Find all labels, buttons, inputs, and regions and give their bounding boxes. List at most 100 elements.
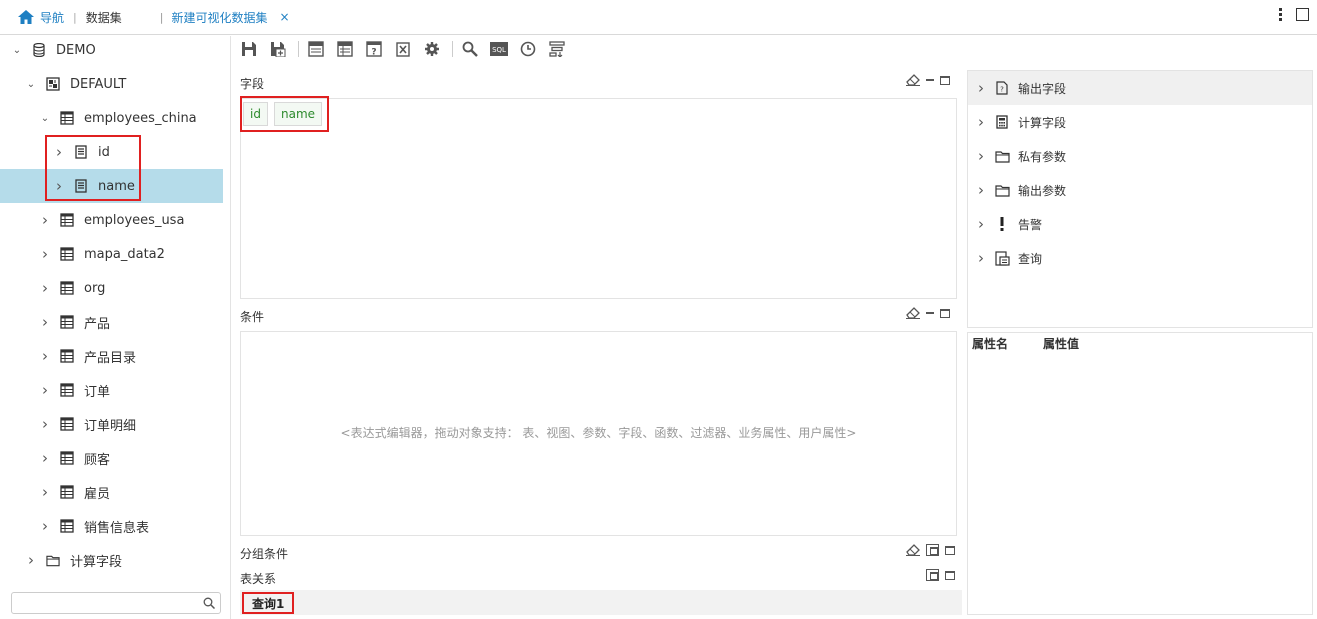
- tree-item[interactable]: › 产品目录: [0, 339, 223, 373]
- tree-item[interactable]: › 订单明细: [0, 407, 223, 441]
- chevron-right-icon[interactable]: ›: [978, 249, 988, 267]
- chevron-right-icon[interactable]: ›: [38, 381, 52, 399]
- chevron-down-icon[interactable]: ⌄: [38, 113, 52, 124]
- save-icon[interactable]: [240, 40, 258, 58]
- output-tree-item[interactable]: › 告警: [978, 207, 1042, 241]
- tree-search-box[interactable]: [11, 592, 221, 614]
- highlight-box-fields: [240, 96, 329, 132]
- property-value-header: 属性值: [1043, 337, 1080, 351]
- top-bar: 导航 | 数据集 | 新建可视化数据集 ×: [0, 0, 1317, 35]
- tree-item[interactable]: ⌄ employees_china: [0, 101, 223, 135]
- chevron-right-icon[interactable]: ›: [978, 215, 988, 233]
- search-icon[interactable]: [203, 597, 215, 609]
- svg-text:SQL: SQL: [492, 46, 506, 54]
- restore-icon[interactable]: [926, 569, 939, 581]
- toolbar-divider: [298, 41, 299, 57]
- tree-item[interactable]: ⌄ DEMO: [0, 33, 223, 67]
- chevron-right-icon[interactable]: ›: [978, 181, 988, 199]
- maximize-icon[interactable]: [940, 75, 950, 85]
- fields-drop-area[interactable]: id name: [240, 98, 957, 299]
- chevron-down-icon[interactable]: ⌄: [24, 79, 38, 90]
- expression-editor[interactable]: <表达式编辑器，拖动对象支持： 表、视图、参数、字段、函数、过滤器、业务属性、用…: [240, 331, 957, 536]
- tree-item-label: mapa_data2: [84, 246, 165, 262]
- export-icon[interactable]: [394, 40, 412, 58]
- folder-icon: [46, 553, 60, 567]
- tree-item[interactable]: › 产品: [0, 305, 223, 339]
- tab-close-icon[interactable]: ×: [279, 10, 289, 24]
- chevron-down-icon[interactable]: ⌄: [10, 45, 24, 56]
- filter-icon[interactable]: [548, 40, 566, 58]
- more-menu-icon[interactable]: [1279, 8, 1282, 21]
- chevron-right-icon[interactable]: ›: [978, 79, 988, 97]
- restore-icon[interactable]: [926, 544, 939, 556]
- folder-icon: [994, 148, 1010, 164]
- help-icon[interactable]: ?: [365, 40, 383, 58]
- chevron-right-icon[interactable]: ›: [978, 147, 988, 165]
- tab-new-visual-dataset[interactable]: 新建可视化数据集: [171, 9, 267, 26]
- highlight-box-tree: [45, 135, 141, 201]
- chevron-right-icon[interactable]: ›: [38, 517, 52, 535]
- columns-icon[interactable]: [336, 40, 354, 58]
- tree-item-label: 计算字段: [70, 554, 123, 570]
- tree-item[interactable]: › mapa_data2: [0, 237, 223, 271]
- svg-text:?: ?: [371, 48, 376, 58]
- folder-icon: [994, 182, 1010, 198]
- output-tree-item[interactable]: › 私有参数: [978, 139, 1066, 173]
- nav-label: 导航: [40, 10, 65, 25]
- table-icon: [60, 451, 74, 465]
- chevron-right-icon[interactable]: ›: [978, 113, 988, 131]
- tab-query-1[interactable]: 查询1: [242, 592, 295, 614]
- breadcrumb-datasets[interactable]: 数据集: [86, 9, 122, 26]
- table-icon: [60, 315, 74, 329]
- maximize-icon[interactable]: [940, 308, 950, 318]
- sql-icon[interactable]: SQL: [490, 40, 508, 58]
- table-relations-title: 表关系: [240, 572, 277, 586]
- toolbar-divider: [452, 41, 453, 57]
- chevron-right-icon[interactable]: ›: [38, 279, 52, 297]
- maximize-icon[interactable]: [945, 545, 955, 555]
- save-as-icon[interactable]: [269, 40, 287, 58]
- tree-search-input[interactable]: [18, 593, 198, 613]
- output-tree-item[interactable]: › 查询: [978, 241, 1042, 275]
- tree-item-label: 订单明细: [84, 418, 137, 434]
- chevron-right-icon[interactable]: ›: [38, 415, 52, 433]
- minimize-icon[interactable]: [926, 79, 934, 81]
- tree-item-label: org: [84, 280, 106, 296]
- history-icon[interactable]: [519, 40, 537, 58]
- output-tree-item[interactable]: › 输出参数: [978, 173, 1066, 207]
- eraser-icon[interactable]: [906, 74, 920, 86]
- tree-item-label: 产品目录: [84, 350, 137, 366]
- nav-home-link[interactable]: 导航: [18, 9, 64, 26]
- chevron-right-icon[interactable]: ›: [38, 211, 52, 229]
- tree-item[interactable]: › 订单: [0, 373, 223, 407]
- minimize-icon[interactable]: [926, 312, 934, 314]
- layout-icon[interactable]: [307, 40, 325, 58]
- tree-item[interactable]: › 计算字段: [0, 543, 223, 577]
- eraser-icon[interactable]: [906, 307, 920, 319]
- tree-item[interactable]: › 顾客: [0, 441, 223, 475]
- chevron-right-icon[interactable]: ›: [38, 347, 52, 365]
- chevron-right-icon[interactable]: ›: [38, 313, 52, 331]
- maximize-icon[interactable]: [945, 570, 955, 580]
- chevron-right-icon[interactable]: ›: [38, 483, 52, 501]
- chevron-right-icon[interactable]: ›: [38, 449, 52, 467]
- output-tree-item-label: 计算字段: [1018, 115, 1067, 130]
- tree-item[interactable]: › 雇员: [0, 475, 223, 509]
- chevron-right-icon[interactable]: ›: [24, 551, 38, 569]
- maximize-icon[interactable]: [1296, 8, 1309, 21]
- tree-item[interactable]: › employees_usa: [0, 203, 223, 237]
- tree-item-label: DEMO: [56, 42, 96, 58]
- output-tree-item[interactable]: › 计算字段: [978, 105, 1066, 139]
- search-icon[interactable]: [461, 40, 479, 58]
- tree-item[interactable]: ⌄ DEFAULT: [0, 67, 223, 101]
- relations-panel-controls: [926, 569, 955, 581]
- settings-icon[interactable]: [423, 40, 441, 58]
- tree-item[interactable]: › 销售信息表: [0, 509, 223, 543]
- tree-item[interactable]: › org: [0, 271, 223, 305]
- breadcrumb-separator: |: [73, 10, 77, 24]
- tree-item-label: DEFAULT: [70, 76, 127, 92]
- chevron-right-icon[interactable]: ›: [38, 245, 52, 263]
- home-icon: [18, 10, 34, 24]
- eraser-icon[interactable]: [906, 544, 920, 556]
- output-tree-item[interactable]: ›? 输出字段: [978, 71, 1066, 105]
